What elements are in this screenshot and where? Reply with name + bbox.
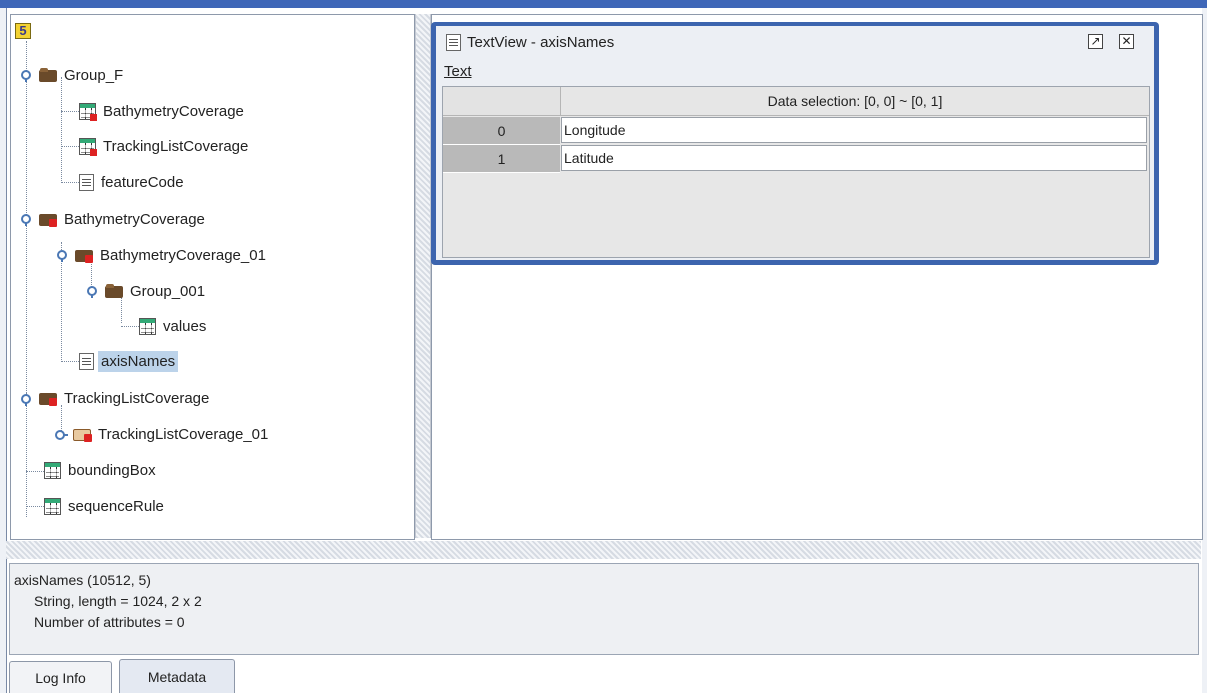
folder-icon: [105, 283, 123, 299]
tree-item-label: BathymetryCoverage: [103, 102, 244, 120]
close-icon[interactable]: ✕: [1119, 34, 1134, 49]
textview-menubar: Text: [436, 58, 1154, 84]
tree-toggle-expanded[interactable]: [21, 70, 31, 82]
tree-item-label: values: [163, 317, 207, 335]
tree-item-featurecode[interactable]: featureCode: [79, 170, 187, 194]
bottom-tabs: Log Info Metadata: [9, 659, 1199, 693]
tree-connector: [61, 182, 79, 183]
tree-root[interactable]: 5: [15, 19, 35, 43]
tree-toggle-expanded[interactable]: [57, 250, 67, 262]
tree-connector: [61, 111, 79, 112]
text-dataset-icon: [79, 173, 94, 191]
tree-item-bathymetrycoverage[interactable]: BathymetryCoverage: [39, 207, 208, 231]
table-corner: [443, 87, 561, 116]
tree-toggle-expanded[interactable]: [87, 286, 97, 298]
tree-item-label: axisNames: [98, 350, 179, 372]
horizontal-splitter[interactable]: [6, 541, 1201, 559]
tree-toggle-expanded[interactable]: [21, 394, 31, 406]
tree-connector: [61, 77, 62, 183]
tree-item-values[interactable]: values: [139, 314, 209, 338]
tree-toggle-expanded[interactable]: [21, 214, 31, 226]
info-line-type: String, length = 1024, 2 x 2: [34, 593, 202, 609]
tree-item-boundingbox[interactable]: boundingBox: [44, 458, 159, 482]
folder-icon: [39, 390, 57, 406]
tree-connector: [26, 41, 27, 223]
tree-item-bathymetrycoverage-link[interactable]: BathymetryCoverage: [79, 99, 247, 123]
window-title: TextView - axisNames: [467, 33, 615, 51]
tree-item-axisnames[interactable]: axisNames: [79, 349, 179, 373]
text-dataset-icon: [79, 352, 94, 370]
tree-item-label: BathymetryCoverage_01: [100, 246, 266, 264]
menu-text[interactable]: Text: [444, 63, 472, 80]
textview-window[interactable]: TextView - axisNames ↗ ✕ Text Data selec…: [431, 22, 1159, 265]
info-line-name: axisNames (10512, 5): [14, 572, 151, 588]
textview-body: TextView - axisNames ↗ ✕ Text Data selec…: [436, 26, 1154, 260]
info-line-attributes: Number of attributes = 0: [34, 614, 185, 630]
tab-log-info[interactable]: Log Info: [9, 661, 112, 693]
tree-item-label: BathymetryCoverage: [64, 210, 205, 228]
tree-connector: [61, 146, 79, 147]
tree-item-trackinglistcoverage-link[interactable]: TrackingListCoverage: [79, 134, 251, 158]
metadata-info-panel: axisNames (10512, 5) String, length = 10…: [9, 563, 1199, 655]
tree-connector: [26, 506, 44, 507]
open-folder-icon: [73, 426, 92, 442]
dataset-icon: [44, 497, 61, 515]
top-window-border: [0, 0, 1207, 8]
tree-connector: [26, 393, 27, 517]
tree-item-label: Group_001: [130, 282, 206, 300]
tab-metadata[interactable]: Metadata: [119, 659, 235, 693]
dataset-icon: [44, 461, 61, 479]
text-dataset-icon: [446, 33, 461, 51]
tree-item-label: Group_F: [64, 66, 124, 84]
hdf-file-icon: 5: [15, 23, 31, 39]
tree-item-group-f[interactable]: Group_F: [39, 63, 126, 87]
file-tree-pane[interactable]: 5 Group_F BathymetryCoverage TrackingLis…: [10, 14, 415, 540]
tree-item-bathymetrycoverage-01[interactable]: BathymetryCoverage_01: [75, 243, 269, 267]
tree-item-sequencerule[interactable]: sequenceRule: [44, 494, 167, 518]
tree-item-label: TrackingListCoverage: [64, 389, 210, 407]
vertical-splitter[interactable]: [415, 14, 431, 538]
tree-item-group-001[interactable]: Group_001: [105, 279, 208, 303]
table-cell[interactable]: Longitude: [561, 117, 1147, 143]
dataset-icon: [79, 137, 97, 156]
tree-item-label: sequenceRule: [68, 497, 164, 515]
tree-connector: [61, 361, 79, 362]
textview-titlebar[interactable]: TextView - axisNames ↗ ✕: [436, 26, 1154, 58]
dataset-icon: [139, 317, 156, 335]
tree-item-label: TrackingListCoverage: [103, 137, 249, 155]
dataset-icon: [79, 102, 97, 121]
tree-item-trackinglistcoverage[interactable]: TrackingListCoverage: [39, 386, 212, 410]
tree-item-label: TrackingListCoverage_01: [98, 425, 269, 443]
tree-connector: [121, 326, 139, 327]
tree-connector: [26, 471, 44, 472]
folder-icon: [39, 211, 57, 227]
column-header: Data selection: [0, 0] ~ [0, 1]: [561, 87, 1149, 116]
tree-item-trackinglistcoverage-01[interactable]: TrackingListCoverage_01: [73, 422, 271, 446]
table-cell[interactable]: Latitude: [561, 145, 1147, 171]
tree-connector: [26, 223, 27, 393]
tree-item-label: featureCode: [101, 173, 184, 191]
tree-item-label: boundingBox: [68, 461, 156, 479]
folder-icon: [75, 247, 93, 263]
row-header[interactable]: 1: [443, 145, 560, 173]
maximize-icon[interactable]: ↗: [1088, 34, 1103, 49]
folder-icon: [39, 67, 57, 83]
data-table[interactable]: Data selection: [0, 0] ~ [0, 1] 0 Longit…: [442, 86, 1150, 258]
row-header[interactable]: 0: [443, 117, 560, 145]
tree-toggle-collapsed[interactable]: [55, 430, 68, 440]
